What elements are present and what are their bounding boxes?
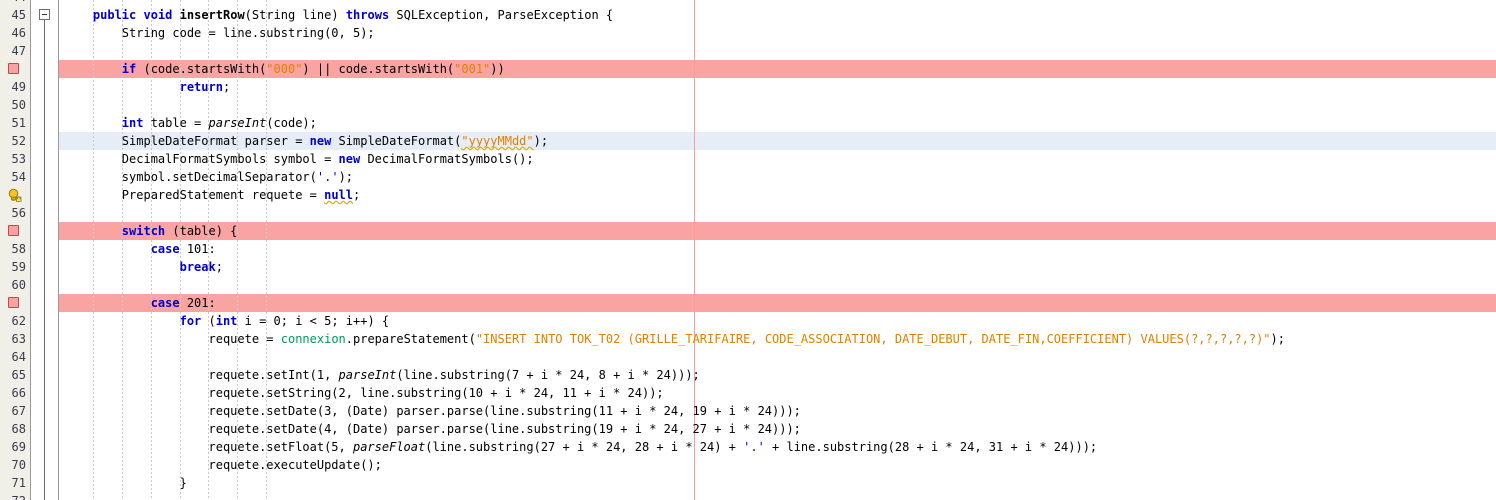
line-number: 63: [11, 332, 26, 346]
line-number: 72: [0, 492, 26, 500]
code-line[interactable]: case 101:: [64, 240, 216, 258]
line-number: 59: [11, 260, 26, 274]
lightbulb-icon[interactable]: [7, 188, 22, 203]
code-line[interactable]: PreparedStatement requete = null;: [64, 186, 360, 204]
code-text-area[interactable]: public void insertRow(String line) throw…: [59, 0, 1496, 500]
line-number: 60: [11, 278, 26, 292]
line-number: 65: [11, 368, 26, 382]
line-number: 45: [11, 8, 26, 22]
line-number: 71: [11, 476, 26, 490]
line-number: 67: [11, 404, 26, 418]
line-number: 58: [11, 242, 26, 256]
line-number: 47: [11, 44, 26, 58]
gutter-divider: [58, 0, 59, 500]
line-number: 68: [11, 422, 26, 436]
code-line[interactable]: DecimalFormatSymbols symbol = new Decima…: [64, 150, 534, 168]
code-line[interactable]: requete.setFloat(5, parseFloat(line.subs…: [64, 438, 1097, 456]
code-folding-column[interactable]: [31, 0, 58, 500]
code-line[interactable]: int table = parseInt(code);: [64, 114, 317, 132]
line-number: 52: [11, 134, 26, 148]
code-line[interactable]: symbol.setDecimalSeparator('.');: [64, 168, 353, 186]
fold-collapse-icon[interactable]: [39, 9, 50, 20]
line-number: 54: [11, 170, 26, 184]
breakpoint-square-icon[interactable]: [8, 225, 19, 236]
line-number: 56: [11, 206, 26, 220]
fold-region-line: [44, 20, 45, 500]
code-line[interactable]: SimpleDateFormat parser = new SimpleDate…: [64, 132, 548, 150]
code-editor[interactable]: 4445464749505152535456585960626364656667…: [0, 0, 1496, 500]
code-line[interactable]: break;: [64, 258, 223, 276]
line-number: 46: [11, 26, 26, 40]
line-number: 51: [11, 116, 26, 130]
breakpoint-row-highlight: [59, 294, 1496, 312]
line-number: 64: [11, 350, 26, 364]
code-line[interactable]: if (code.startsWith("000") || code.start…: [64, 60, 505, 78]
breakpoint-row-highlight: [59, 222, 1496, 240]
breakpoint-square-icon[interactable]: [8, 297, 19, 308]
code-line[interactable]: case 201:: [64, 294, 216, 312]
code-line[interactable]: requete.executeUpdate();: [64, 456, 381, 474]
line-number: 66: [11, 386, 26, 400]
code-line[interactable]: String code = line.substring(0, 5);: [64, 24, 375, 42]
code-line[interactable]: requete = connexion.prepareStatement("IN…: [64, 330, 1285, 348]
code-line[interactable]: }: [64, 474, 187, 492]
editor-gutter[interactable]: 4445464749505152535456585960626364656667…: [0, 0, 31, 500]
line-number: 62: [11, 314, 26, 328]
line-number: 50: [11, 98, 26, 112]
code-line[interactable]: requete.setDate(4, (Date) parser.parse(l…: [64, 420, 800, 438]
code-line[interactable]: requete.setString(2, line.substring(10 +…: [64, 384, 663, 402]
code-line[interactable]: requete.setInt(1, parseInt(line.substrin…: [64, 366, 699, 384]
code-line[interactable]: switch (table) {: [64, 222, 238, 240]
line-number: 69: [11, 440, 26, 454]
code-line[interactable]: return;: [64, 78, 231, 96]
line-number: 49: [11, 80, 26, 94]
code-line[interactable]: requete.setDate(3, (Date) parser.parse(l…: [64, 402, 800, 420]
code-line[interactable]: public void insertRow(String line) throw…: [64, 6, 613, 24]
line-number: 53: [11, 152, 26, 166]
breakpoint-square-icon[interactable]: [8, 63, 19, 74]
code-line[interactable]: for (int i = 0; i < 5; i++) {: [64, 312, 390, 330]
line-number: 70: [11, 458, 26, 472]
